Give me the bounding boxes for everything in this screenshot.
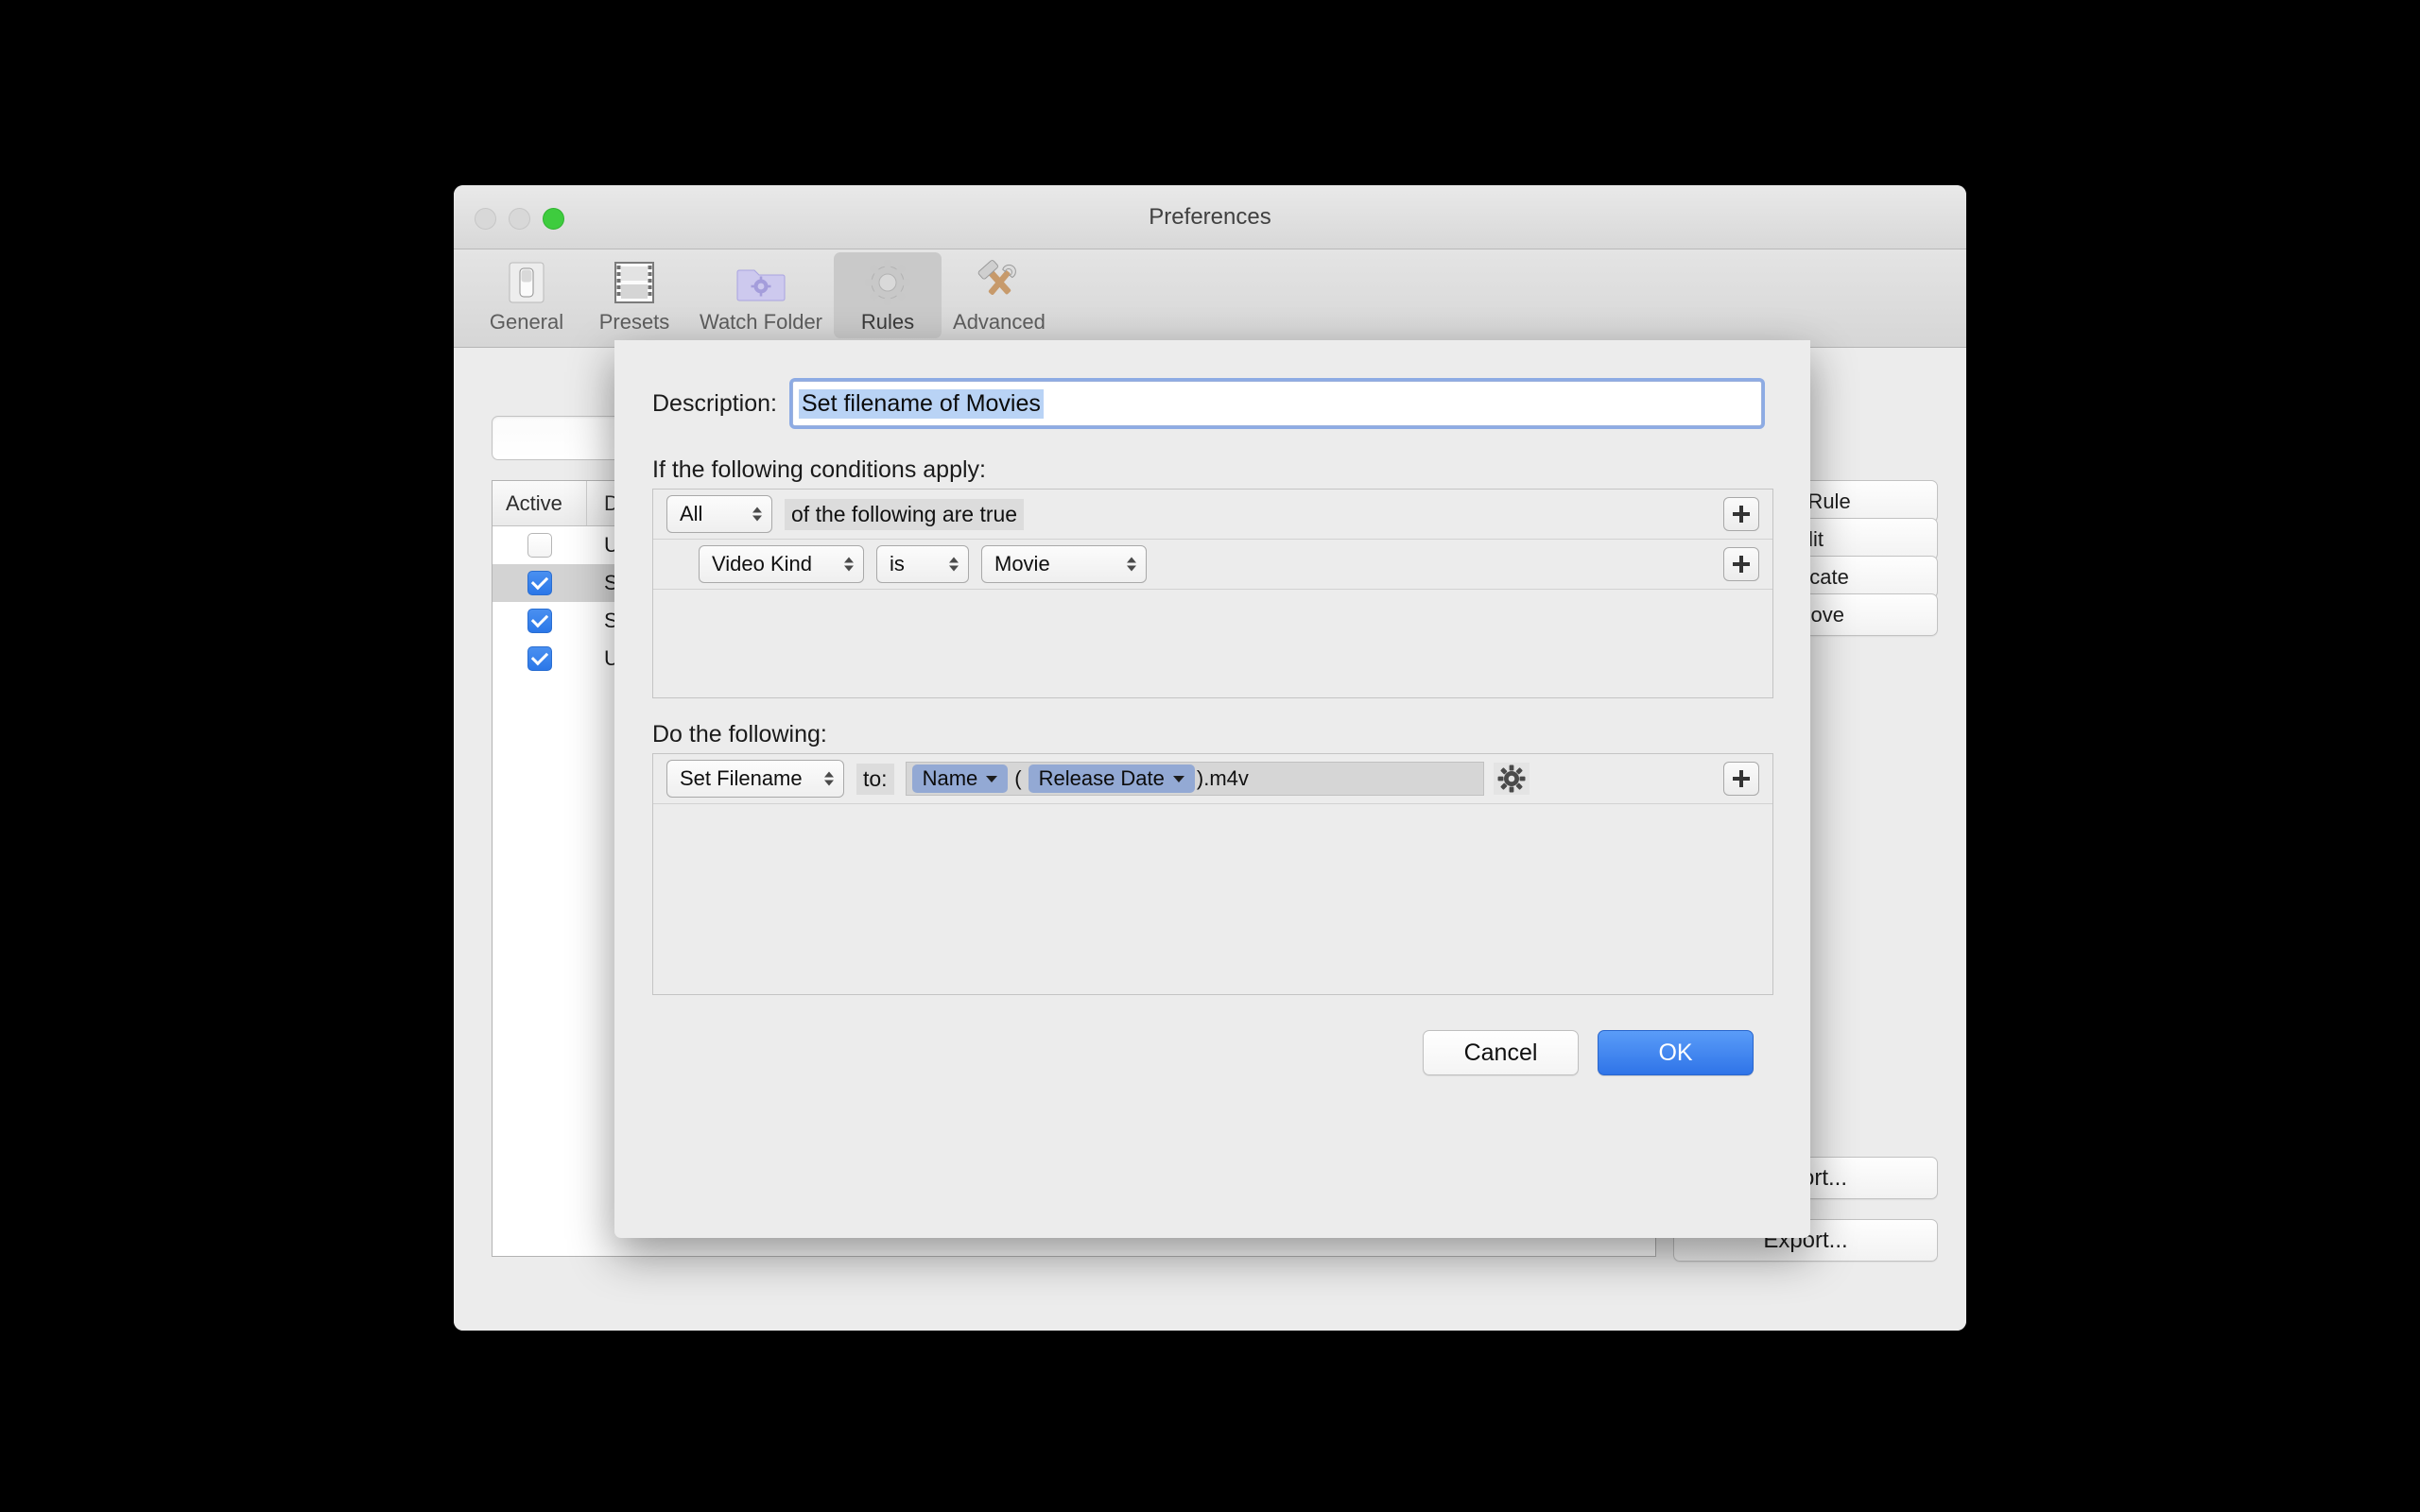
toolbar-label-advanced: Advanced [953,310,1046,335]
actions-panel: Set Filename to: Name ( Release Date ).m… [652,753,1773,995]
toolbar-item-rules[interactable]: Rules [834,252,942,338]
chevron-down-icon [1173,776,1184,782]
filename-token-field[interactable]: Name ( Release Date ).m4v [906,762,1484,796]
token-tail-text: ).m4v [1195,766,1249,791]
condition-value-value: Movie [994,552,1050,576]
token-release-date[interactable]: Release Date [1028,765,1195,793]
filmstrip-icon [612,257,657,308]
match-suffix-label: of the following are true [785,499,1024,530]
chevron-updown-icon [1127,558,1136,572]
condition-field-value: Video Kind [712,552,812,576]
chevron-updown-icon [949,558,959,572]
add-action-button[interactable] [1723,762,1759,796]
ok-button[interactable]: OK [1598,1030,1754,1075]
actions-section-label: Do the following: [652,721,827,748]
action-type-popup[interactable]: Set Filename [666,760,844,798]
preferences-toolbar: General [454,249,1966,348]
chevron-updown-icon [844,558,854,572]
toolbar-label-rules: Rules [861,310,914,335]
description-input-value: Set filename of Movies [799,389,1044,419]
condition-operator-value: is [890,552,905,576]
gear-icon [862,257,913,308]
chevron-updown-icon [824,772,834,786]
description-label: Description: [652,390,777,418]
row-checkbox[interactable] [527,609,552,633]
folder-gear-icon [735,257,786,308]
token-name[interactable]: Name [912,765,1009,793]
edit-rule-sheet: Description: Set filename of Movies If t… [614,340,1810,1238]
cancel-button[interactable]: Cancel [1423,1030,1579,1075]
description-input[interactable]: Set filename of Movies [792,381,1762,426]
column-header-active[interactable]: Active [493,481,587,525]
condition-value-popup[interactable]: Movie [981,545,1147,583]
condition-row: Video Kind is Movie [653,540,1772,590]
chevron-updown-icon [752,507,762,522]
row-active-cell[interactable] [493,533,587,558]
action-row: Set Filename to: Name ( Release Date ).m… [653,754,1772,804]
toolbar-item-advanced[interactable]: Advanced [942,252,1057,338]
conditions-panel: All of the following are true Video Kind… [652,489,1773,698]
row-checkbox[interactable] [527,571,552,595]
match-type-value: All [680,502,702,526]
token-name-label: Name [923,766,978,791]
match-type-popup[interactable]: All [666,495,772,533]
toolbar-label-presets: Presets [599,310,670,335]
add-condition-button[interactable] [1723,497,1759,531]
desktop-background: Preferences General [0,0,2420,1512]
conditions-section-label: If the following conditions apply: [652,456,986,484]
condition-match-row: All of the following are true [653,490,1772,540]
row-active-cell[interactable] [493,646,587,671]
chevron-down-icon [986,776,997,782]
description-row: Description: Set filename of Movies [652,381,1762,426]
row-checkbox[interactable] [527,646,552,671]
window-title: Preferences [454,204,1966,231]
add-condition-row-button[interactable] [1723,547,1759,581]
condition-field-popup[interactable]: Video Kind [699,545,864,583]
row-active-cell[interactable] [493,609,587,633]
toolbar-item-watch-folder[interactable]: Watch Folder [688,252,834,338]
toolbar-label-watch-folder: Watch Folder [700,310,822,335]
toolbar-item-general[interactable]: General [473,252,580,338]
token-separator-text: ( [1008,766,1028,791]
action-to-label: to: [856,764,894,795]
hammer-wrench-icon [973,257,1026,308]
gear-icon[interactable] [1494,763,1530,795]
toolbar-item-presets[interactable]: Presets [580,252,688,338]
token-release-date-label: Release Date [1039,766,1165,791]
action-type-value: Set Filename [680,766,803,791]
condition-operator-popup[interactable]: is [876,545,969,583]
switch-icon [505,257,548,308]
row-active-cell[interactable] [493,571,587,595]
toolbar-label-general: General [490,310,563,335]
row-checkbox[interactable] [527,533,552,558]
window-titlebar: Preferences [454,185,1966,249]
